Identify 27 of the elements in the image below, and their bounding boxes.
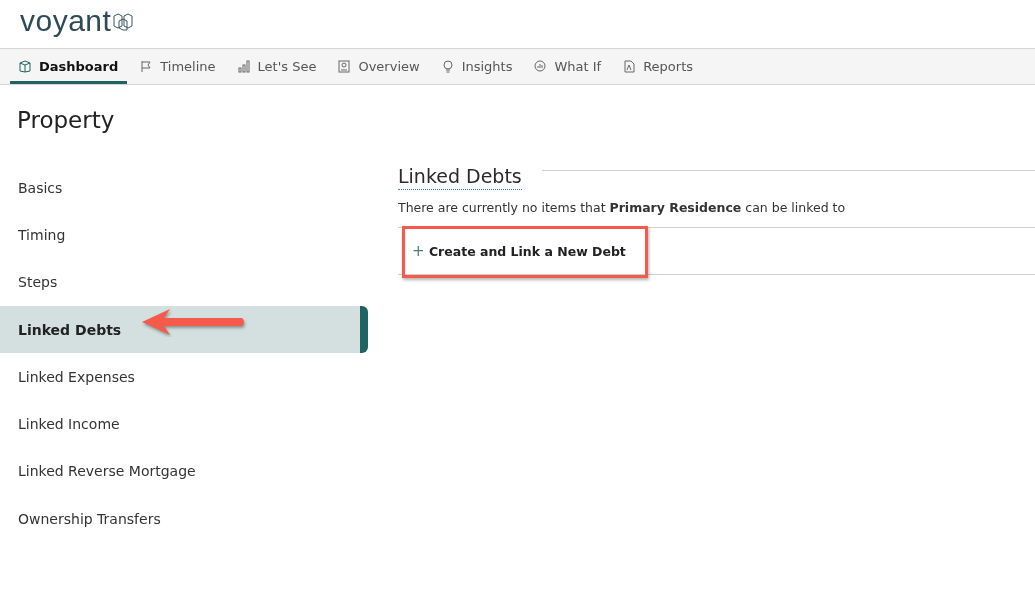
sidebar-item[interactable]: Basics xyxy=(0,164,368,212)
sidebar-item[interactable]: Linked Income xyxy=(0,400,368,448)
sidebar-item[interactable]: Linked Debts xyxy=(0,305,368,354)
page-title: Property xyxy=(16,106,116,135)
sidebar-item[interactable]: Timing xyxy=(0,211,368,259)
logo-text: voyant xyxy=(20,6,112,39)
nav-tab[interactable]: Insights xyxy=(432,52,522,84)
document-icon xyxy=(338,60,351,73)
sidebar-item[interactable]: Linked Reverse Mortgage xyxy=(0,447,368,496)
sidebar-item[interactable]: Ownership Transfers xyxy=(0,495,368,543)
nav-tab[interactable]: Reports xyxy=(614,52,703,84)
nav-tab[interactable]: What If xyxy=(525,52,611,84)
bar-chart-icon xyxy=(237,60,250,73)
sidebar-item[interactable]: Linked Expenses xyxy=(0,353,368,401)
create-debt-button[interactable]: + Create and Link a New Debt xyxy=(398,238,634,264)
logo-cube-icon xyxy=(113,13,134,31)
empty-message: There are currently no items that Primary Residence can be linked to xyxy=(398,200,847,215)
sidebar-item[interactable]: Steps xyxy=(0,258,368,306)
nav-tab[interactable]: Let's See xyxy=(228,52,326,84)
flag-icon xyxy=(140,60,153,73)
cube-icon xyxy=(19,60,31,73)
section-title: Linked Debts xyxy=(398,165,522,190)
nav-tab[interactable]: Timeline xyxy=(131,52,225,84)
lightbulb-icon xyxy=(441,60,454,73)
nav-tab[interactable]: Dashboard xyxy=(10,52,128,84)
pdf-file-icon xyxy=(623,60,636,73)
nav-tab[interactable]: Overview xyxy=(329,52,429,84)
